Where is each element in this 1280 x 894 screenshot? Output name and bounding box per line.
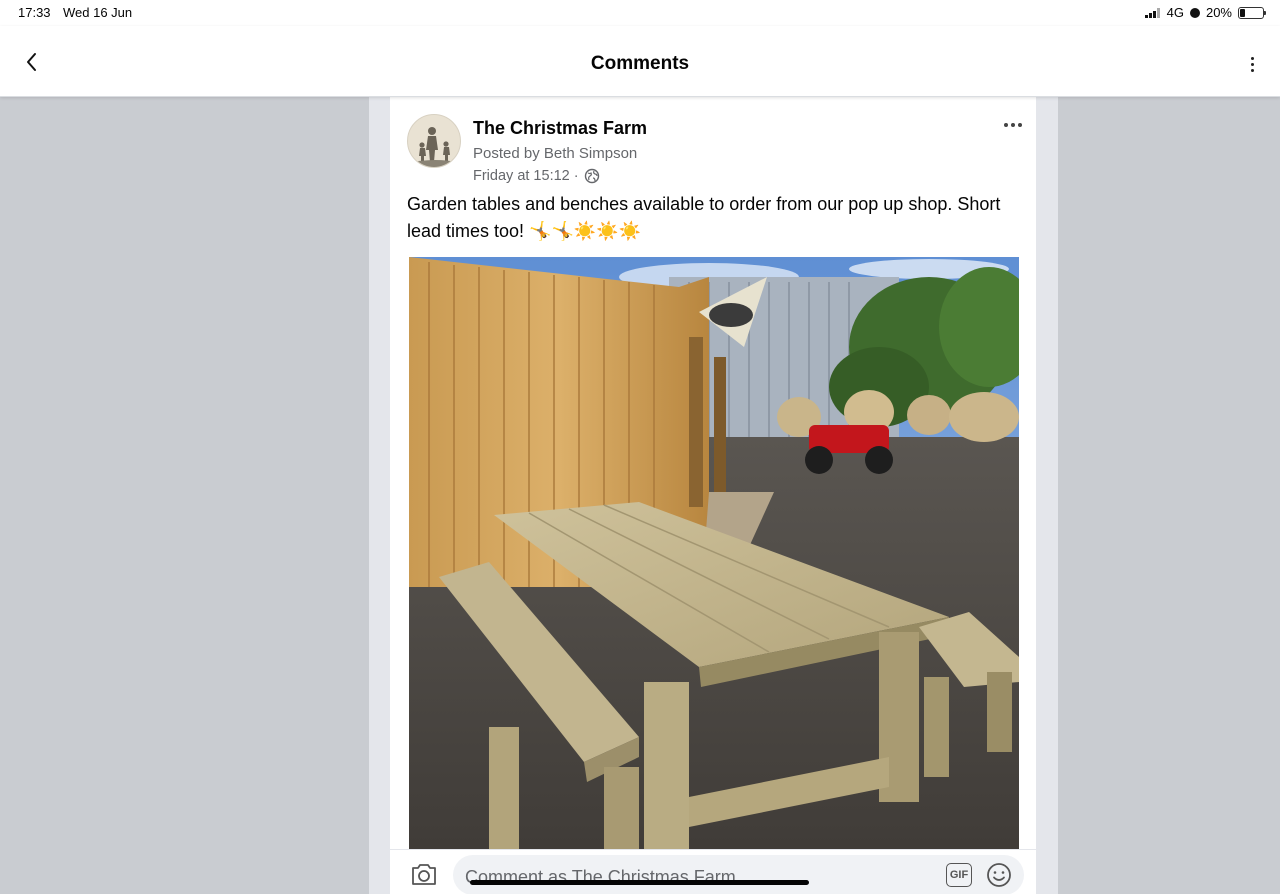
globe-icon — [584, 168, 599, 184]
network-label: 4G — [1166, 5, 1184, 20]
post-text: Garden tables and benches available to o… — [407, 194, 1001, 241]
comment-composer: GIF — [390, 849, 1036, 894]
status-date: Wed 16 Jun — [63, 5, 133, 20]
signal-icon — [1144, 7, 1160, 18]
content-column: The Christmas Farm Posted by Beth Simpso… — [369, 97, 1058, 894]
emoji-icon[interactable] — [986, 862, 1012, 888]
page-name[interactable]: The Christmas Farm — [473, 118, 647, 139]
battery-percent: 20% — [1205, 5, 1232, 20]
status-indicators: 4G 20% — [1144, 5, 1266, 20]
post-card: The Christmas Farm Posted by Beth Simpso… — [390, 97, 1036, 894]
comment-box: GIF — [453, 855, 1024, 894]
status-bar: 17:33 Wed 16 Jun 4G 20% — [0, 0, 1280, 26]
post-photo[interactable] — [409, 257, 1019, 849]
post-time-text[interactable]: Friday at 15:12 · — [473, 168, 579, 184]
alarm-icon — [1189, 7, 1200, 18]
posted-by: Posted by Beth Simpson — [473, 145, 638, 162]
more-dots-icon — [1250, 56, 1254, 60]
home-indicator[interactable] — [470, 880, 809, 885]
post-options-button[interactable] — [1002, 121, 1024, 129]
family-silhouette-icon — [408, 127, 460, 167]
battery-icon — [1238, 6, 1266, 19]
status-time: 17:33 — [18, 5, 51, 20]
header-bar: Comments — [0, 26, 1280, 97]
page-title: Comments — [590, 53, 690, 74]
avatar[interactable] — [407, 114, 461, 168]
comment-input[interactable] — [465, 865, 925, 889]
more-options-button[interactable] — [1244, 51, 1260, 77]
camera-icon[interactable] — [410, 861, 438, 887]
post-timestamp: Friday at 15:12 · — [473, 168, 600, 184]
gif-button[interactable]: GIF — [946, 863, 972, 887]
